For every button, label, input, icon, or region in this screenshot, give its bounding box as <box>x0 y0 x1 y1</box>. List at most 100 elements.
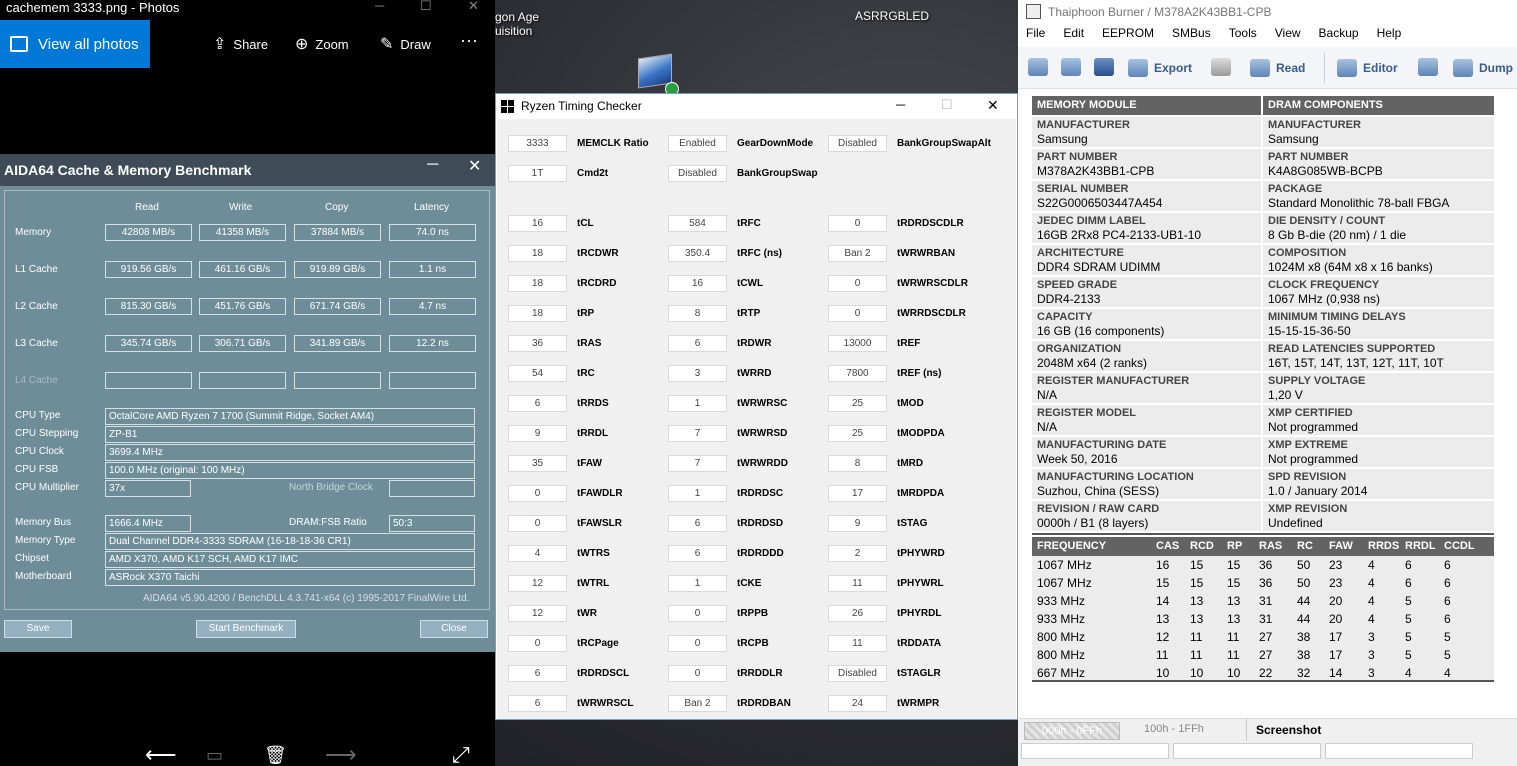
desktop-icon-asrrgbled[interactable]: ASRRGBLED <box>855 9 929 23</box>
timing-label: tWRMPR <box>897 698 940 709</box>
memory-bus-label: Memory Bus <box>15 517 72 528</box>
timing-value-box: Enabled <box>668 135 727 152</box>
spd-field-value: Undefined <box>1268 516 1323 530</box>
wrench-icon[interactable] <box>1418 58 1438 76</box>
timing-label: tWRWRSCL <box>577 698 634 709</box>
spd-field-value: K4A8G085WB-BCPB <box>1268 164 1383 178</box>
cache-write-value: 461.16 GB/s <box>199 261 286 278</box>
read-button[interactable]: Read <box>1250 59 1305 77</box>
read-label: Read <box>1276 61 1306 75</box>
share-label: Share <box>233 36 269 52</box>
timing-value-box: 6 <box>508 395 567 412</box>
memory-type-label: Memory Type <box>15 535 76 546</box>
aida64-titlebar: AIDA64 Cache & Memory Benchmark ─ ✕ <box>0 154 495 186</box>
photos-minimize-button[interactable]: ─ <box>375 0 384 13</box>
forward-arrow-icon[interactable]: ⟶ <box>325 742 357 766</box>
desktop-icon-label[interactable]: gon Age uisition <box>495 10 539 38</box>
freq-col-header: CCDL <box>1444 540 1475 552</box>
freq-cell: 13 <box>1156 612 1170 626</box>
export-label: Export <box>1154 61 1193 75</box>
freq-cell: 23 <box>1329 576 1343 590</box>
share-button[interactable]: ⇪ Share <box>213 34 268 54</box>
freq-cell: 15 <box>1227 558 1241 572</box>
menu-item-view[interactable]: View <box>1275 26 1301 46</box>
freq-cell: 14 <box>1329 666 1343 680</box>
spd-field-value: 2048M x64 (2 ranks) <box>1037 356 1148 370</box>
cache-copy-value <box>294 372 381 389</box>
more-button[interactable]: ··· <box>460 30 478 51</box>
slideshow-icon[interactable]: ▭ <box>206 745 223 766</box>
expand-icon[interactable]: ⤢ <box>452 742 470 766</box>
gear-icon[interactable] <box>1028 58 1048 76</box>
zoom-button[interactable]: ⊕ Zoom <box>295 34 349 54</box>
timing-value-box: 350.4 <box>668 245 727 262</box>
menu-item-eeprom[interactable]: EEPROM <box>1102 26 1154 46</box>
cache-read-value: 919.56 GB/s <box>105 261 192 278</box>
aida64-close-button[interactable]: ✕ <box>468 156 481 176</box>
photos-title: cachemem 3333.png - Photos <box>6 0 180 15</box>
lock-icon[interactable] <box>1211 58 1231 76</box>
timing-value-box: 13000 <box>828 335 887 352</box>
freq-cell: 15 <box>1190 558 1204 572</box>
timing-value-box: 36 <box>508 335 567 352</box>
timing-label: tRTP <box>737 308 761 319</box>
menu-item-file[interactable]: File <box>1026 26 1045 46</box>
spd-field-value: DDR4-2133 <box>1037 292 1101 306</box>
save-button[interactable]: Save <box>4 620 72 638</box>
draw-button[interactable]: ✎ Draw <box>380 34 431 54</box>
timing-label: tRCDRD <box>577 278 617 289</box>
menu-item-backup[interactable]: Backup <box>1319 26 1359 46</box>
cpu-clock-value: 3699.4 MHz <box>105 444 475 461</box>
ryzen-maximize-button[interactable]: ☐ <box>941 97 953 113</box>
timing-value-box: 1 <box>668 395 727 412</box>
timing-label: tRFC <box>737 218 761 229</box>
chipset-label: Chipset <box>15 553 49 564</box>
timing-value-box: 6 <box>668 545 727 562</box>
range-tab-000[interactable]: 000h - 0FFh <box>1024 722 1120 740</box>
screenshot-button[interactable]: Screenshot <box>1256 723 1321 737</box>
timing-value-box: 1 <box>668 485 727 502</box>
photos-close-button[interactable]: ✕ <box>468 0 479 14</box>
nb-clock-value <box>389 480 475 497</box>
freq-cell: 13 <box>1227 594 1241 608</box>
timing-value-box: 11 <box>828 575 887 592</box>
freq-cell: 6 <box>1444 558 1451 572</box>
editor-button[interactable]: Editor <box>1337 59 1398 77</box>
thaiphoon-toolbar: Export Read Editor Dump <box>1018 47 1517 89</box>
timing-value-box: 0 <box>668 665 727 682</box>
freq-cell: 800 MHz <box>1037 648 1086 662</box>
ryzen-close-button[interactable]: ✕ <box>987 97 999 114</box>
freq-cell: 6 <box>1444 576 1451 590</box>
folder-open-icon[interactable] <box>1061 58 1081 76</box>
col-write-header: Write <box>229 202 253 213</box>
timing-label: tWRRD <box>737 368 772 379</box>
export-button[interactable]: Export <box>1128 59 1192 77</box>
close-button[interactable]: Close <box>420 620 488 638</box>
menu-item-edit[interactable]: Edit <box>1063 26 1084 46</box>
freq-cell: 5 <box>1405 594 1412 608</box>
dump-button[interactable]: Dump <box>1453 59 1513 77</box>
spd-field-value: DDR4 SDRAM UDIMM <box>1037 260 1161 274</box>
start-benchmark-button[interactable]: Start Benchmark <box>196 620 296 638</box>
photos-maximize-button[interactable]: ☐ <box>420 0 432 14</box>
timing-label: Cmd2t <box>577 168 609 179</box>
save-disk-icon[interactable] <box>1094 58 1114 76</box>
spd-field-value: Not programmed <box>1268 452 1359 466</box>
back-arrow-icon[interactable]: ⟵ <box>145 742 177 766</box>
view-all-photos-button[interactable]: View all photos <box>0 20 150 68</box>
freq-cell: 12 <box>1156 630 1170 644</box>
ryzen-minimize-button[interactable]: ─ <box>896 97 905 112</box>
spd-field-value: 0000h / B1 (8 layers) <box>1037 516 1149 530</box>
spd-field-value: N/A <box>1037 420 1058 434</box>
menu-item-tools[interactable]: Tools <box>1229 26 1257 46</box>
delete-icon[interactable]: 🗑 <box>264 745 287 766</box>
menu-item-smbus[interactable]: SMBus <box>1172 26 1211 46</box>
aida64-minimize-button[interactable]: ─ <box>427 156 438 174</box>
timing-value-box: 8 <box>828 455 887 472</box>
range-tab-100[interactable]: 100h - 1FFh <box>1144 723 1204 735</box>
timing-value-box: 11 <box>828 635 887 652</box>
spd-field-label: CAPACITY <box>1037 311 1093 323</box>
freq-cell: 4 <box>1368 576 1375 590</box>
timing-value-box: 8 <box>668 305 727 322</box>
menu-item-help[interactable]: Help <box>1377 26 1402 46</box>
